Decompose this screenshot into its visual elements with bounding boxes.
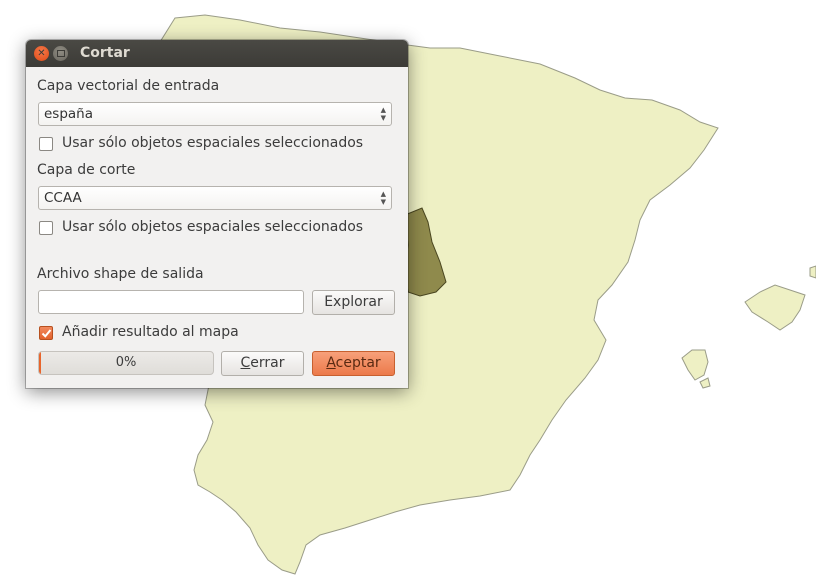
accept-button-accel: A (326, 355, 336, 371)
island-menorca[interactable] (809, 265, 816, 279)
close-window-icon[interactable]: ✕ (34, 46, 49, 61)
input-selected-only-checkbox[interactable] (39, 137, 53, 151)
add-to-map-label[interactable]: Añadir resultado al mapa (62, 324, 239, 340)
input-layer-select[interactable]: españa ▲ ▼ (38, 102, 392, 126)
clip-dialog: ✕ Cortar Capa vectorial de entrada españ… (26, 40, 408, 388)
checkmark-icon (41, 329, 52, 338)
input-selected-only-label[interactable]: Usar sólo objetos espaciales seleccionad… (62, 135, 363, 151)
input-layer-value: españa (44, 106, 94, 122)
add-to-map-checkbox[interactable] (39, 326, 53, 340)
progress-bar: 0% (38, 351, 214, 375)
island-formentera[interactable] (699, 377, 711, 389)
clip-layer-value: CCAA (44, 190, 82, 206)
clip-selected-only-checkbox[interactable] (39, 221, 53, 235)
dialog-title: Cortar (80, 45, 130, 61)
island-mallorca[interactable] (744, 284, 806, 331)
close-button[interactable]: Cerrar (221, 351, 304, 376)
browse-button[interactable]: Explorar (312, 290, 395, 315)
island-ibiza[interactable] (681, 349, 709, 381)
output-file-label: Archivo shape de salida (37, 266, 204, 282)
accept-button[interactable]: Aceptar (312, 351, 395, 376)
combo-arrows-icon: ▲ ▼ (380, 106, 386, 122)
input-layer-label: Capa vectorial de entrada (37, 78, 220, 94)
clip-selected-only-label[interactable]: Usar sólo objetos espaciales seleccionad… (62, 219, 363, 235)
clip-layer-select[interactable]: CCAA ▲ ▼ (38, 186, 392, 210)
maximize-window-icon[interactable] (53, 46, 68, 61)
output-file-input[interactable] (38, 290, 304, 314)
close-button-accel: C (240, 355, 251, 371)
dialog-titlebar[interactable]: ✕ Cortar (26, 40, 408, 67)
progress-text: 0% (115, 355, 137, 370)
accept-button-label: ceptar (335, 355, 381, 371)
clip-layer-label: Capa de corte (37, 162, 136, 178)
close-button-label: errar (250, 355, 285, 371)
combo-arrows-icon: ▲ ▼ (380, 190, 386, 206)
